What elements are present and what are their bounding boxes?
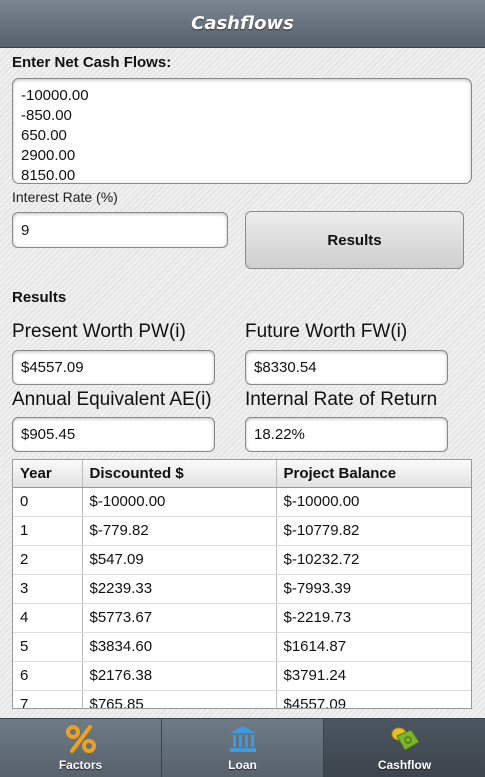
table-row: 0 $-10000.00 $-10000.00 (13, 487, 471, 517)
cell-discounted: $2239.33 (82, 574, 277, 604)
future-worth-field[interactable]: $8330.54 (245, 350, 448, 385)
present-worth-field[interactable]: $4557.09 (12, 350, 215, 385)
cash-flow-line: -10000.00 (21, 87, 89, 104)
irr-value: 18.22% (254, 426, 305, 443)
cash-flow-line: 650.00 (21, 127, 67, 144)
column-header-year: Year (13, 460, 83, 488)
column-header-project-balance: Project Balance (276, 460, 471, 488)
page-title: Cashflows (191, 13, 294, 34)
irr-label: Internal Rate of Return (245, 389, 438, 410)
cell-year: 5 (13, 632, 83, 662)
tab-cashflow[interactable]: Cashflow (324, 719, 485, 777)
cell-year: 0 (13, 487, 83, 517)
cell-project-balance: $-7993.39 (276, 574, 471, 604)
cell-discounted: $-10000.00 (82, 487, 277, 517)
table-row: 2 $547.09 $-10232.72 (13, 545, 471, 575)
cell-discounted: $5773.67 (82, 603, 277, 633)
results-button[interactable]: Results (245, 211, 464, 269)
cash-flows-textarea[interactable]: -10000.00 -850.00 650.00 2900.00 8150.00 (12, 78, 472, 184)
future-worth-value: $8330.54 (254, 359, 317, 376)
tab-factors[interactable]: Factors (0, 719, 162, 777)
cell-project-balance: $-2219.73 (276, 603, 471, 633)
future-worth-label: Future Worth FW(i) (245, 321, 408, 342)
present-worth-value: $4557.09 (21, 359, 84, 376)
present-worth-label: Present Worth PW(i) (12, 321, 186, 342)
table-header-row: Year Discounted $ Project Balance (13, 460, 471, 488)
table-row: 5 $3834.60 $1614.87 (13, 632, 471, 662)
interest-rate-value: 9 (21, 221, 30, 239)
table-row: 3 $2239.33 $-7993.39 (13, 574, 471, 604)
cash-flow-line: -850.00 (21, 107, 72, 124)
percent-icon (65, 724, 97, 754)
column-header-discounted: Discounted $ (82, 460, 277, 488)
tab-loan[interactable]: Loan (162, 719, 324, 777)
table-row: 7 $765.85 $4557.09 (13, 690, 471, 708)
cash-flow-line: 2900.00 (21, 147, 76, 164)
cell-project-balance: $4557.09 (276, 690, 471, 708)
cash-flow-line: 8150.00 (21, 167, 76, 184)
title-bar: Cashflows (0, 0, 485, 48)
table-row: 1 $-779.82 $-10779.82 (13, 516, 471, 546)
cell-project-balance: $-10000.00 (276, 487, 471, 517)
cell-year: 6 (13, 661, 83, 691)
cell-year: 4 (13, 603, 83, 633)
tab-bar: Factors Loan Cashflow (0, 718, 485, 777)
annual-equivalent-value: $905.45 (21, 426, 76, 443)
results-section-label: Results (12, 289, 67, 306)
tab-label: Factors (58, 758, 103, 772)
table-row: 6 $2176.38 $3791.24 (13, 661, 471, 691)
interest-rate-input[interactable]: 9 (12, 212, 228, 248)
cell-year: 2 (13, 545, 83, 575)
table-row: 4 $5773.67 $-2219.73 (13, 603, 471, 633)
cell-discounted: $-779.82 (82, 516, 277, 546)
tab-label: Cashflow (377, 758, 432, 772)
cashflow-table[interactable]: Year Discounted $ Project Balance 0 $-100… (12, 459, 472, 709)
cell-discounted: $547.09 (82, 545, 277, 575)
cell-project-balance: $-10232.72 (276, 545, 471, 575)
tab-label: Loan (228, 758, 257, 772)
cell-project-balance: $1614.87 (276, 632, 471, 662)
cell-year: 3 (13, 574, 83, 604)
cell-discounted: $765.85 (82, 690, 277, 708)
cell-year: 7 (13, 690, 83, 708)
irr-field[interactable]: 18.22% (245, 417, 448, 452)
cash-flows-label: Enter Net Cash Flows: (12, 54, 172, 71)
interest-rate-label: Interest Rate (%) (12, 189, 118, 205)
cell-discounted: $2176.38 (82, 661, 277, 691)
cell-project-balance: $3791.24 (276, 661, 471, 691)
bank-icon (228, 724, 258, 754)
money-icon (389, 724, 421, 754)
cell-project-balance: $-10779.82 (276, 516, 471, 546)
cell-discounted: $3834.60 (82, 632, 277, 662)
cell-year: 1 (13, 516, 83, 546)
annual-equivalent-field[interactable]: $905.45 (12, 417, 215, 452)
annual-equivalent-label: Annual Equivalent AE(i) (12, 389, 212, 410)
